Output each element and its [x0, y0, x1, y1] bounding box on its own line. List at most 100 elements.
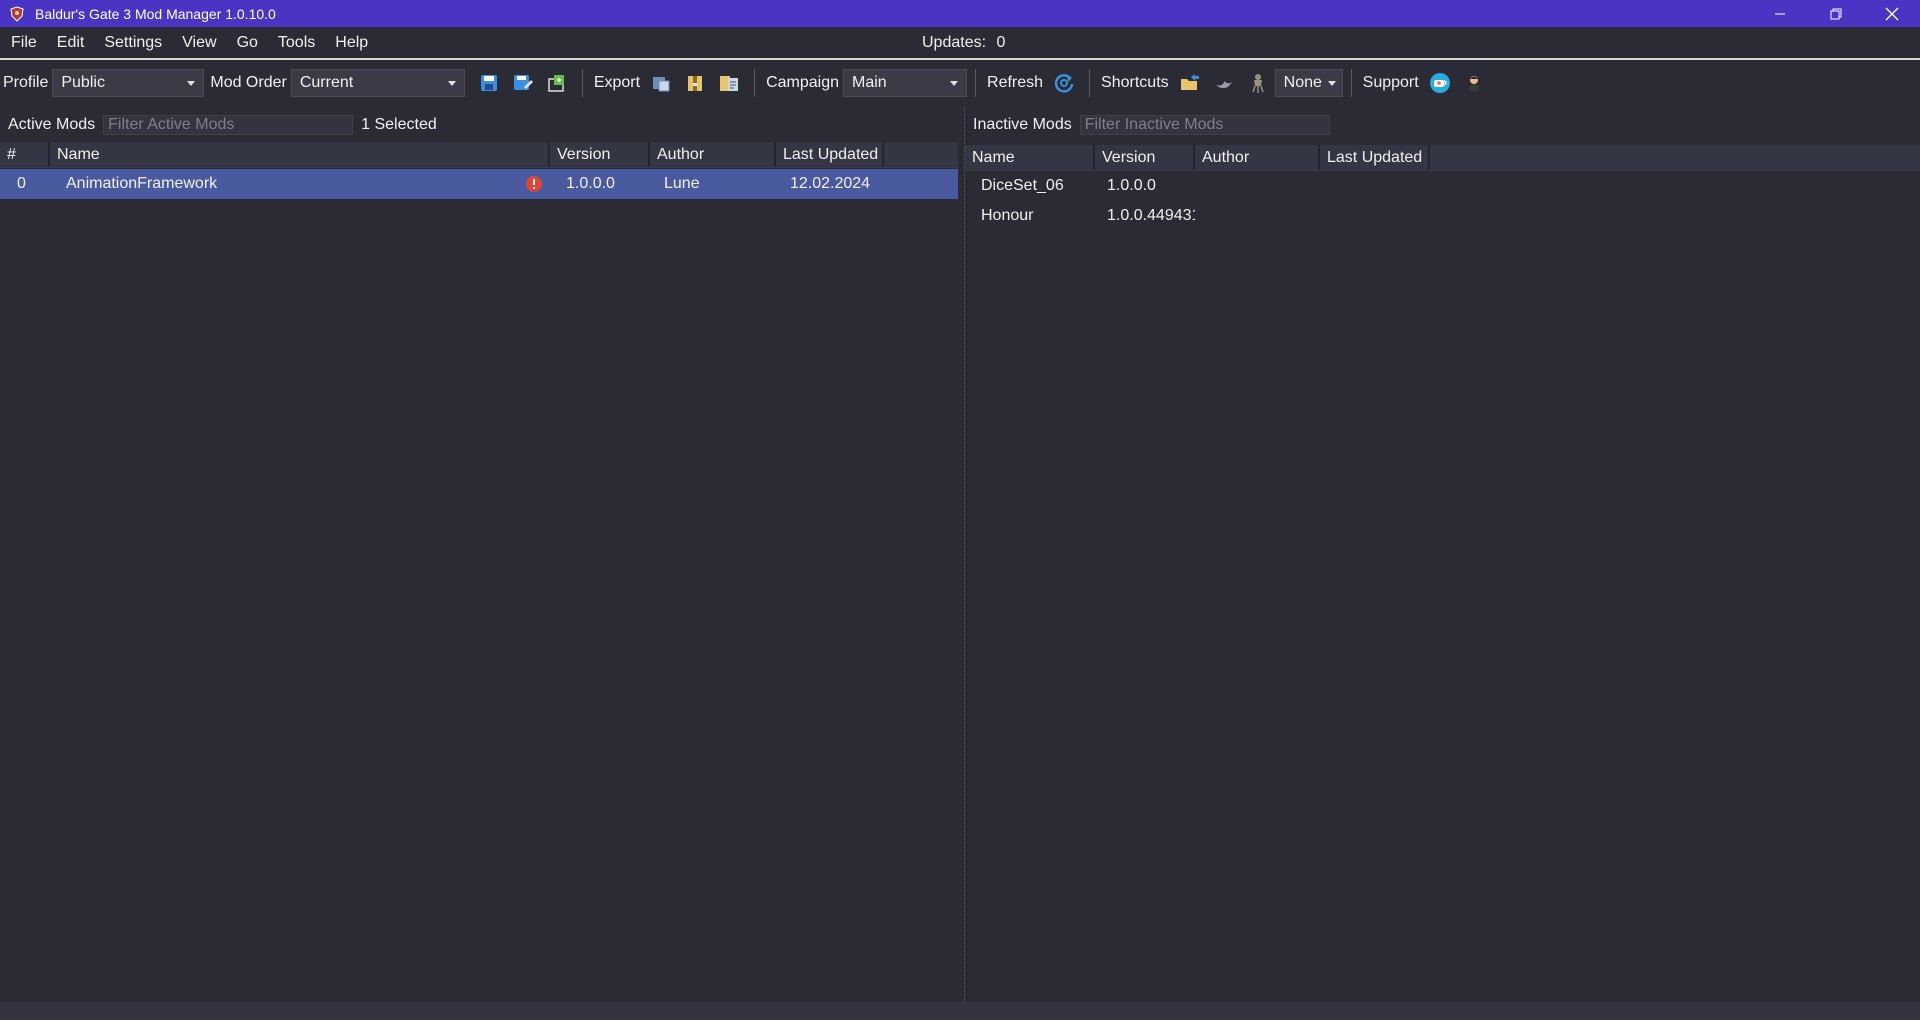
col-name[interactable]: Name — [965, 145, 1095, 170]
mod-order-dropdown[interactable]: Current — [290, 69, 465, 97]
inactive-mods-pane: Inactive Mods Name Version Author Last U… — [964, 108, 1920, 1002]
col-version[interactable]: Version — [550, 142, 650, 167]
toolbar-separator — [754, 69, 756, 97]
col-filler — [1430, 145, 1920, 170]
profile-dropdown[interactable]: Public — [52, 69, 205, 97]
table-row[interactable]: DiceSet_06 1.0.0.0 — [965, 171, 1920, 201]
menu-bar: File Edit Settings View Go Tools Help Up… — [0, 27, 1920, 59]
kofi-support-button[interactable] — [1426, 69, 1454, 97]
menu-edit[interactable]: Edit — [47, 27, 95, 59]
shortcuts-value: None — [1283, 74, 1322, 91]
menu-settings[interactable]: Settings — [94, 27, 172, 59]
campaign-dropdown[interactable]: Main — [843, 69, 968, 97]
col-last-updated[interactable]: Last Updated — [776, 142, 884, 167]
col-author[interactable]: Author — [650, 142, 776, 167]
row-author: Lune — [664, 175, 700, 192]
menu-divider — [0, 58, 1920, 60]
col-last-updated[interactable]: Last Updated — [1320, 145, 1430, 170]
col-filler — [884, 142, 958, 167]
inactive-mods-grid[interactable]: Name Version Author Last Updated DiceSet… — [965, 145, 1920, 231]
shortcuts-label: Shortcuts — [1101, 74, 1169, 91]
row-version: 1.0.0.0 — [1107, 177, 1156, 194]
col-index[interactable]: # — [0, 142, 50, 167]
save-as-icon — [513, 75, 533, 90]
chevron-down-icon — [447, 80, 456, 86]
menu-tools[interactable]: Tools — [268, 27, 325, 59]
restore-button[interactable] — [1808, 0, 1864, 27]
col-version[interactable]: Version — [1095, 145, 1195, 170]
warning-icon[interactable] — [525, 175, 550, 193]
row-name: DiceSet_06 — [981, 177, 1064, 194]
mind-flayer-icon — [1251, 74, 1264, 93]
export-game-icon — [653, 77, 670, 92]
minimize-icon — [1775, 13, 1785, 14]
open-mods-folder-button[interactable] — [1176, 69, 1204, 97]
menu-help[interactable]: Help — [325, 27, 378, 59]
minimize-button[interactable] — [1752, 0, 1808, 27]
col-name[interactable]: Name — [50, 142, 550, 167]
menu-file[interactable]: File — [0, 27, 47, 59]
export-game-button[interactable] — [647, 69, 675, 97]
campaign-label: Campaign — [766, 74, 840, 91]
updates-indicator[interactable]: Updates: 0 — [922, 27, 1005, 59]
updates-count: 0 — [996, 34, 1006, 51]
active-mods-label: Active Mods — [8, 116, 96, 133]
active-mods-grid[interactable]: # Name Version Author Last Updated 0 Ani… — [0, 142, 958, 199]
row-version: 1.0.0.0 — [566, 175, 615, 192]
inactive-mods-filter-input[interactable] — [1079, 115, 1330, 135]
active-mods-filter-input[interactable] — [103, 115, 354, 135]
table-row[interactable]: 0 AnimationFramework 1.0.0.0 Lune 12.02.… — [0, 169, 958, 199]
launch-game-button[interactable] — [1244, 69, 1272, 97]
export-text-icon — [720, 76, 739, 91]
mod-order-value: Current — [299, 74, 354, 91]
table-row[interactable]: Honour 1.0.0.449431 — [965, 201, 1920, 231]
zip-folder-icon — [688, 76, 703, 91]
col-author[interactable]: Author — [1195, 145, 1320, 170]
app-logo-icon — [9, 5, 27, 23]
profile-label: Profile — [3, 74, 49, 91]
chevron-down-icon — [1327, 80, 1336, 86]
row-index: 0 — [17, 175, 26, 192]
toolbar-separator — [975, 69, 977, 97]
coffee-cup-icon — [1429, 73, 1450, 93]
restore-icon — [1830, 8, 1842, 19]
row-version: 1.0.0.449431 — [1107, 207, 1195, 224]
selected-count: 1 Selected — [361, 116, 437, 133]
active-mods-header: # Name Version Author Last Updated — [0, 142, 958, 168]
chevron-down-icon — [950, 80, 959, 86]
profile-value: Public — [61, 74, 105, 91]
refresh-label: Refresh — [987, 74, 1044, 91]
avatar-icon — [1468, 76, 1479, 91]
campaign-value: Main — [852, 74, 887, 91]
export-text-button[interactable] — [715, 69, 743, 97]
open-game-folder-button[interactable] — [1210, 69, 1238, 97]
chevron-down-icon — [187, 80, 196, 86]
patreon-support-button[interactable] — [1460, 69, 1488, 97]
close-icon — [1885, 7, 1899, 20]
row-name: AnimationFramework — [66, 175, 218, 192]
shortcuts-dropdown[interactable]: None — [1274, 69, 1343, 97]
updates-label: Updates: — [922, 34, 987, 51]
toolbar: Profile Public Mod Order Current Export — [0, 64, 1920, 102]
menu-view[interactable]: View — [172, 27, 226, 59]
wing-icon — [1215, 81, 1232, 89]
inactive-mods-header: Name Version Author Last Updated — [965, 145, 1920, 171]
status-bar — [0, 1002, 1920, 1020]
toolbar-separator — [1350, 69, 1352, 97]
refresh-icon — [1054, 74, 1074, 93]
window-title: Baldur's Gate 3 Mod Manager 1.0.10.0 — [35, 5, 276, 22]
title-bar[interactable]: Baldur's Gate 3 Mod Manager 1.0.10.0 — [0, 0, 1920, 27]
save-order-as-button[interactable] — [509, 69, 537, 97]
export-label: Export — [593, 74, 641, 91]
row-last-updated: 12.02.2024 — [790, 175, 871, 192]
menu-go[interactable]: Go — [227, 27, 268, 59]
refresh-button[interactable] — [1050, 69, 1078, 97]
inactive-mods-label: Inactive Mods — [973, 116, 1072, 133]
export-zip-button[interactable] — [681, 69, 709, 97]
import-icon — [548, 75, 564, 92]
import-order-button[interactable] — [543, 69, 571, 97]
save-order-button[interactable] — [475, 69, 503, 97]
active-mods-filter-row: Active Mods 1 Selected — [0, 108, 958, 142]
close-button[interactable] — [1864, 0, 1920, 27]
row-name: Honour — [981, 207, 1034, 224]
